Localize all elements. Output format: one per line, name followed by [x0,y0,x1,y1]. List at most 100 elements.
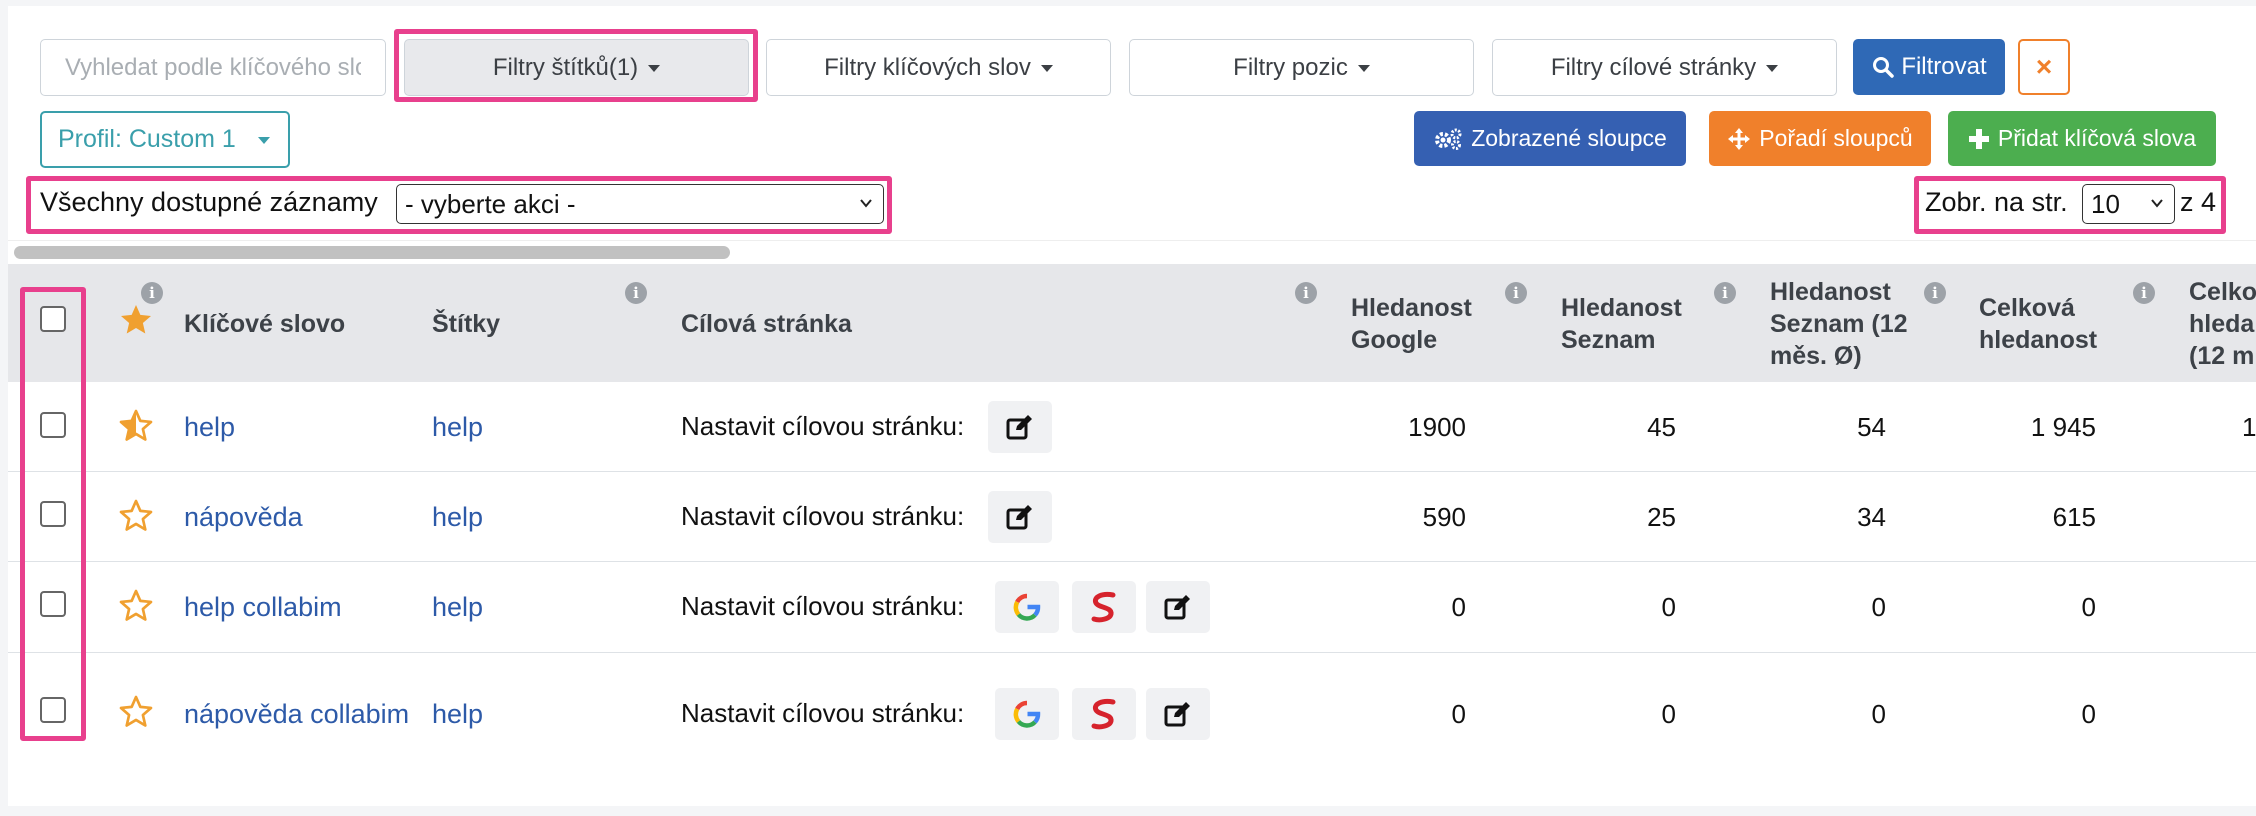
edit-icon [1006,505,1032,530]
keyword-link[interactable]: nápověda [184,502,303,533]
info-icon[interactable]: i [1714,282,1736,304]
star-outline-icon[interactable] [118,694,154,730]
edit-icon [1006,415,1032,440]
horizontal-scrollbar[interactable] [8,240,2256,262]
column-header-keyword[interactable]: Klíčové slovo [184,308,345,340]
keyword-search-input[interactable] [40,39,386,96]
chevron-down-icon [1766,65,1779,72]
chevron-down-icon [1357,65,1370,72]
position-filter-label: Filtry pozic [1233,53,1348,81]
star-icon [121,305,151,334]
edit-target-button[interactable] [1146,581,1210,633]
header-line: hleda [2189,310,2255,338]
close-icon: × [2035,51,2053,82]
info-icon[interactable]: i [141,282,163,304]
chevron-down-icon [648,65,661,72]
displayed-columns-button[interactable]: Zobrazené sloupce [1414,111,1686,166]
column-header-google-volume[interactable]: Hledanost Google [1351,292,1472,356]
edit-target-button[interactable] [988,401,1052,453]
column-header-seznam12-volume[interactable]: Hledanost Seznam (12 měs. Ø) [1770,276,1908,372]
row-divider [8,471,2256,472]
star-outline-icon[interactable] [118,588,154,624]
tag-filter-dropdown[interactable]: Filtry štítků(1) [404,39,749,96]
info-icon[interactable]: i [625,282,647,304]
google-volume: 1900 [1408,412,1466,442]
column-header-target[interactable]: Cílová stránka [681,308,852,340]
tag-link[interactable]: help [432,699,483,730]
google-target-button[interactable] [995,688,1059,740]
column-header-total-volume[interactable]: Celková hledanost [1979,292,2097,356]
per-page-select[interactable]: 10 [2082,184,2175,224]
row-checkbox[interactable] [40,501,66,527]
tag-link[interactable]: help [432,502,483,533]
chevron-down-icon [2151,199,2163,208]
seznam12-volume: 54 [1857,412,1886,442]
google-volume: 0 [1451,699,1466,729]
total-volume: 0 [2081,592,2096,622]
row-checkbox[interactable] [40,591,66,617]
plus-icon [1968,128,1989,149]
seznam-icon [1091,592,1116,623]
edit-icon [1164,702,1190,727]
header-line: Google [1351,326,1438,354]
target-page-label: Nastavit cílovou stránku: [681,501,965,531]
column-header-truncated[interactable]: Celko hleda (12 m [2189,276,2256,372]
tag-link[interactable]: help [432,412,483,443]
google-volume: 590 [1422,502,1466,532]
per-page-label: Zobr. na str. [1925,187,2068,217]
keyword-link[interactable]: help collabim [184,592,342,623]
search-icon [1873,57,1895,78]
tag-filter-label: Filtry štítků(1) [492,53,639,81]
star-half-icon[interactable] [118,408,154,444]
clear-filters-button[interactable]: × [2018,39,2070,95]
keyword-filter-dropdown[interactable]: Filtry klíčových slov [766,39,1111,96]
select-all-checkbox[interactable] [40,306,66,332]
scrollbar-thumb[interactable] [14,246,730,259]
keyword-link[interactable]: help [184,412,235,443]
keyword-filter-label: Filtry klíčových slov [824,53,1031,81]
star-outline-icon[interactable] [118,498,154,534]
row-divider [8,561,2256,562]
column-header-seznam-volume[interactable]: Hledanost Seznam [1561,292,1682,356]
row-checkbox[interactable] [40,412,66,438]
seznam-target-button[interactable] [1072,581,1136,633]
header-line: měs. Ø) [1770,342,1862,370]
edit-target-button[interactable] [1146,688,1210,740]
edit-target-button[interactable] [988,491,1052,543]
header-line: Hledanost [1770,278,1891,306]
bulk-action-select[interactable]: - vyberte akci - [396,184,884,224]
google-target-button[interactable] [995,581,1059,633]
info-icon[interactable]: i [2133,282,2155,304]
seznam-volume: 0 [1661,592,1676,622]
seznam-target-button[interactable] [1072,688,1136,740]
column-header-tags[interactable]: Štítky [432,308,500,340]
displayed-columns-label: Zobrazené sloupce [1471,125,1667,151]
info-icon[interactable]: i [1295,282,1317,304]
column-order-button[interactable]: Pořadí sloupců [1709,111,1931,166]
per-page-value: 10 [2091,188,2120,219]
total-count: z 4 [2180,187,2217,217]
keyword-link[interactable]: nápověda collabim [184,699,409,730]
target-filter-dropdown[interactable]: Filtry cílové stránky [1492,39,1837,96]
header-line: Celková [1979,294,2075,322]
profile-dropdown[interactable]: Profil: Custom 1 [40,111,290,168]
add-keywords-button[interactable]: Přidat klíčová slova [1948,111,2216,166]
seznam-volume: 25 [1647,502,1676,532]
google-volume: 0 [1451,592,1466,622]
filter-button-label: Filtrovat [1901,53,1987,80]
header-line: Seznam (12 [1770,310,1908,338]
seznam12-volume: 34 [1857,502,1886,532]
profile-label: Profil: Custom 1 [58,125,236,153]
total-volume: 615 [2052,502,2096,532]
filter-button[interactable]: Filtrovat [1853,39,2005,95]
add-keywords-label: Přidat klíčová slova [1997,125,2197,151]
info-icon[interactable]: i [1505,282,1527,304]
table-header [8,264,2256,382]
position-filter-dropdown[interactable]: Filtry pozic [1129,39,1474,96]
info-icon[interactable]: i [1924,282,1946,304]
tag-link[interactable]: help [432,592,483,623]
header-line: (12 m [2189,342,2255,370]
move-arrows-icon [1728,127,1751,150]
row-checkbox[interactable] [40,697,66,723]
header-line: Hledanost [1561,294,1682,322]
